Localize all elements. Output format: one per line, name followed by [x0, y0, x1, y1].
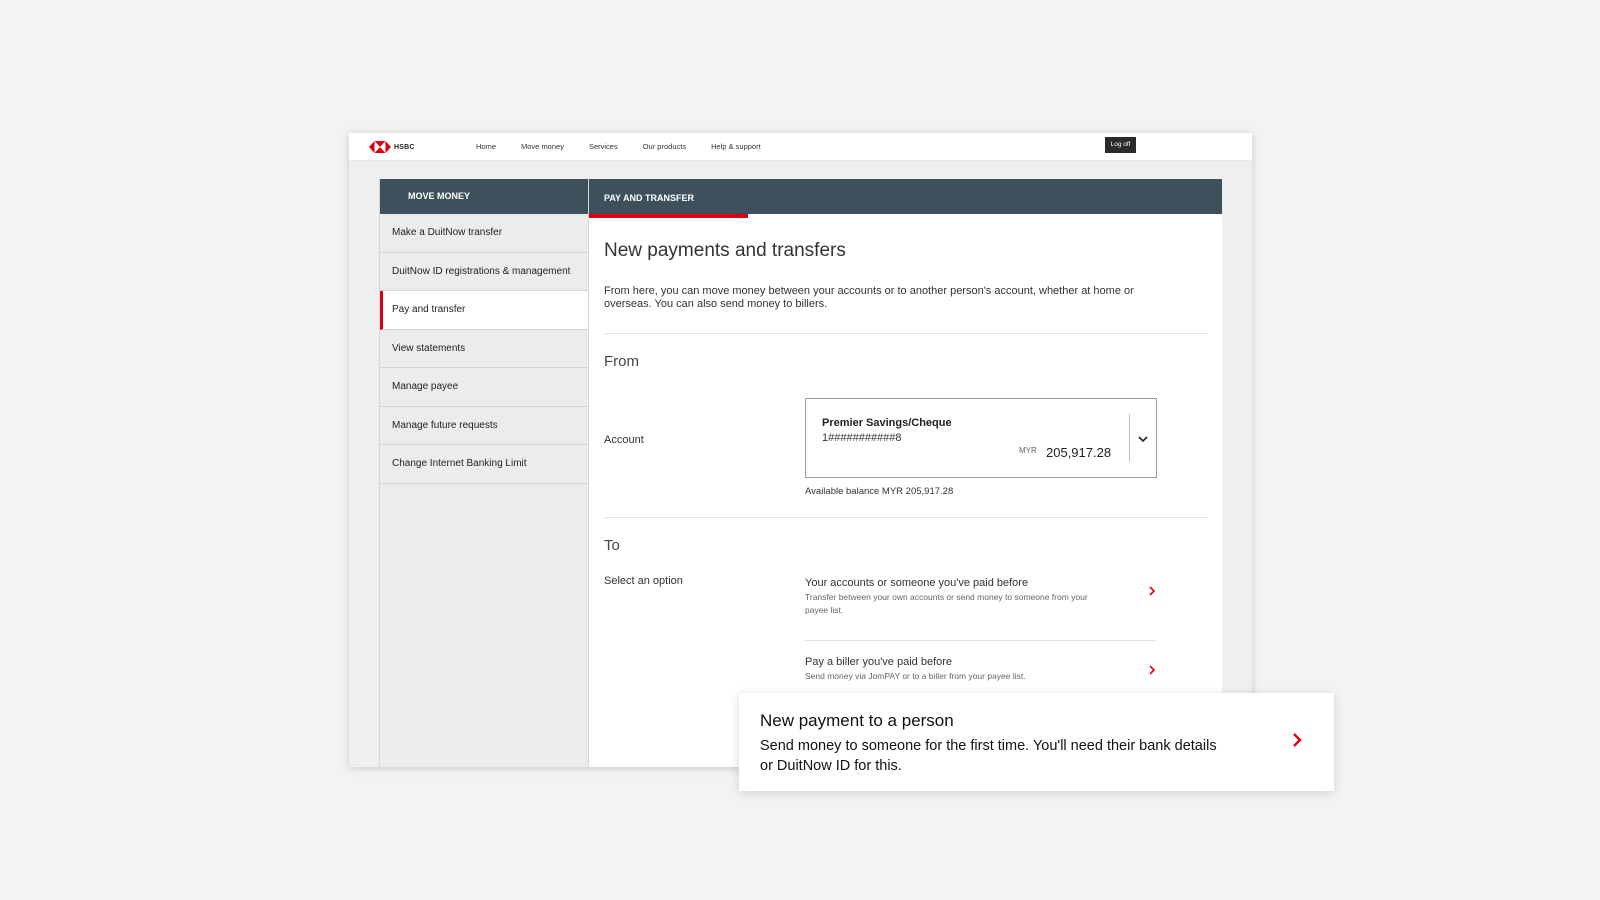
main-nav: Home Move money Services Our products He…	[476, 142, 786, 151]
banking-window: HSBC Home Move money Services Our produc…	[349, 133, 1252, 767]
sidebar: MOVE MONEY Make a DuitNow transfer DuitN…	[379, 179, 589, 767]
option-title: Your accounts or someone you've paid bef…	[805, 577, 1029, 589]
sidebar-item-view-statements[interactable]: View statements	[380, 330, 588, 368]
content-header: PAY AND TRANSFER	[589, 179, 1222, 218]
option-title: New payment to a person	[760, 711, 954, 730]
dropdown-separator	[1129, 414, 1130, 462]
nav-services[interactable]: Services	[589, 142, 618, 151]
to-heading: To	[604, 537, 620, 554]
sidebar-item-future-requests[interactable]: Manage future requests	[380, 407, 588, 445]
account-number: 1###########8	[822, 432, 902, 444]
brand-name: HSBC	[394, 143, 415, 151]
sidebar-item-banking-limit[interactable]: Change Internet Banking Limit	[380, 445, 588, 484]
account-dropdown[interactable]: Premier Savings/Cheque 1###########8 MYR…	[805, 398, 1157, 478]
tab-pay-and-transfer[interactable]: PAY AND TRANSFER	[604, 179, 694, 217]
active-tab-indicator	[589, 214, 748, 218]
account-balance: 205,917.28	[1046, 445, 1112, 460]
intro-text: From here, you can move money between yo…	[604, 285, 1134, 310]
option-divider	[805, 640, 1157, 641]
sidebar-item-duitnow-transfer[interactable]: Make a DuitNow transfer	[380, 214, 588, 253]
select-option-label: Select an option	[604, 575, 683, 587]
chevron-right-icon	[1293, 733, 1302, 747]
account-name: Premier Savings/Cheque	[822, 417, 952, 429]
from-heading: From	[604, 353, 639, 370]
option-title: Pay a biller you've paid before	[805, 656, 953, 668]
main-content: PAY AND TRANSFER New payments and transf…	[589, 179, 1222, 767]
account-currency: MYR	[1019, 446, 1037, 455]
hsbc-logo[interactable]: HSBC	[369, 141, 415, 153]
option-existing-biller[interactable]: Pay a biller you've paid before Send mon…	[805, 656, 1157, 683]
page-title: New payments and transfers	[604, 240, 846, 261]
chevron-down-icon	[1138, 436, 1148, 443]
option-description: Send money to someone for the first time…	[760, 738, 1217, 774]
hsbc-hexagon-icon	[369, 141, 391, 153]
nav-our-products[interactable]: Our products	[643, 142, 686, 151]
divider	[604, 333, 1208, 334]
chevron-right-icon	[1149, 586, 1156, 596]
nav-help-support[interactable]: Help & support	[711, 142, 761, 151]
option-new-payment-person[interactable]: New payment to a person Send money to so…	[739, 693, 1334, 791]
available-balance: Available balance MYR 205,917.28	[805, 486, 954, 497]
divider	[604, 517, 1208, 518]
nav-home[interactable]: Home	[476, 142, 496, 151]
sidebar-item-duitnow-id[interactable]: DuitNow ID registrations & management	[380, 253, 588, 291]
logoff-button[interactable]: Log off	[1105, 137, 1136, 153]
top-navigation: HSBC Home Move money Services Our produc…	[349, 133, 1252, 161]
nav-move-money[interactable]: Move money	[521, 142, 564, 151]
option-description: Transfer between your own accounts or se…	[805, 592, 1088, 615]
sidebar-heading: MOVE MONEY	[380, 179, 588, 214]
sidebar-item-manage-payee[interactable]: Manage payee	[380, 368, 588, 407]
option-description: Send money via JomPAY or to a biller fro…	[805, 671, 1026, 681]
account-label: Account	[604, 434, 644, 446]
sidebar-item-pay-and-transfer[interactable]: Pay and transfer	[380, 291, 588, 330]
option-existing-payee[interactable]: Your accounts or someone you've paid bef…	[805, 577, 1157, 617]
chevron-right-icon	[1149, 665, 1156, 675]
